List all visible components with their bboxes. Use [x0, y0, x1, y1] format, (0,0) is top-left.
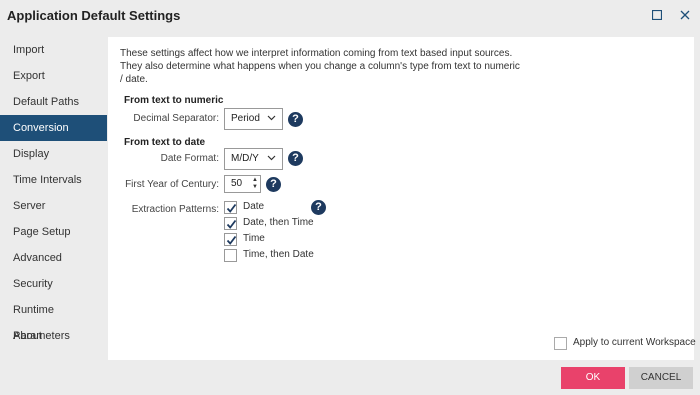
first-year-century-stepper[interactable]: 50 ▲ ▼: [224, 175, 261, 193]
settings-description: These settings affect how we interpret i…: [120, 48, 520, 85]
pattern-time-checkbox[interactable]: [224, 233, 237, 246]
pattern-date-then-time-label: Date, then Time: [243, 217, 314, 228]
sidebar-item-conversion[interactable]: Conversion: [0, 115, 107, 141]
checkmark-icon: [226, 219, 237, 229]
first-year-century-label: First Year of Century:: [125, 179, 219, 190]
close-button[interactable]: [677, 7, 693, 23]
sidebar-item-display[interactable]: Display: [0, 141, 107, 167]
pattern-date-checkbox[interactable]: [224, 201, 237, 214]
sidebar-item-page-setup[interactable]: Page Setup: [0, 219, 107, 245]
date-section-heading: From text to date: [124, 137, 206, 148]
date-format-help-icon[interactable]: ?: [288, 151, 303, 166]
sidebar-item-advanced[interactable]: Advanced: [0, 245, 107, 271]
checkmark-icon: [226, 203, 237, 213]
ok-button[interactable]: OK: [561, 367, 625, 389]
apply-workspace-checkbox[interactable]: [554, 337, 567, 350]
sidebar-item-server[interactable]: Server: [0, 193, 107, 219]
decimal-separator-select[interactable]: Period: [224, 108, 283, 130]
pattern-date-label: Date: [243, 201, 265, 212]
checkmark-icon: [226, 235, 237, 245]
sidebar-item-security[interactable]: Security: [0, 271, 107, 297]
settings-sidebar: Import Export Default Paths Conversion D…: [0, 37, 107, 349]
title-bar: Application Default Settings: [0, 0, 700, 30]
stepper-arrows-icon[interactable]: ▲ ▼: [252, 177, 258, 191]
first-year-century-value: 50: [231, 178, 243, 189]
date-format-select[interactable]: M/D/Y: [224, 148, 283, 170]
chevron-down-icon: [267, 155, 276, 161]
extraction-patterns-label: Extraction Patterns:: [131, 204, 219, 215]
date-format-value: M/D/Y: [231, 153, 259, 164]
settings-panel: These settings affect how we interpret i…: [108, 37, 694, 360]
extraction-patterns-help-icon[interactable]: ?: [311, 200, 326, 215]
sidebar-item-time-intervals[interactable]: Time Intervals: [0, 167, 107, 193]
decimal-separator-label: Decimal Separator:: [133, 113, 219, 124]
close-icon: [680, 10, 690, 20]
sidebar-item-default-paths[interactable]: Default Paths: [0, 89, 107, 115]
numeric-section-heading: From text to numeric: [124, 95, 224, 106]
pattern-time-label: Time: [243, 233, 265, 244]
cancel-button[interactable]: CANCEL: [629, 367, 693, 389]
window-title: Application Default Settings: [7, 8, 181, 23]
pattern-time-then-date-checkbox[interactable]: [224, 249, 237, 262]
pattern-date-then-time-checkbox[interactable]: [224, 217, 237, 230]
sidebar-item-runtime-parameters[interactable]: Runtime Parameters: [0, 297, 107, 342]
pattern-time-then-date-label: Time, then Date: [243, 249, 314, 260]
decimal-separator-value: Period: [231, 113, 260, 124]
date-format-label: Date Format:: [160, 153, 219, 164]
maximize-icon: [652, 10, 662, 20]
decimal-separator-help-icon[interactable]: ?: [288, 112, 303, 127]
sidebar-item-import[interactable]: Import: [0, 37, 107, 63]
first-year-century-help-icon[interactable]: ?: [266, 177, 281, 192]
sidebar-item-export[interactable]: Export: [0, 63, 107, 89]
apply-workspace-label: Apply to current Workspace: [573, 337, 696, 348]
maximize-button[interactable]: [649, 7, 665, 23]
chevron-down-icon: [267, 115, 276, 121]
